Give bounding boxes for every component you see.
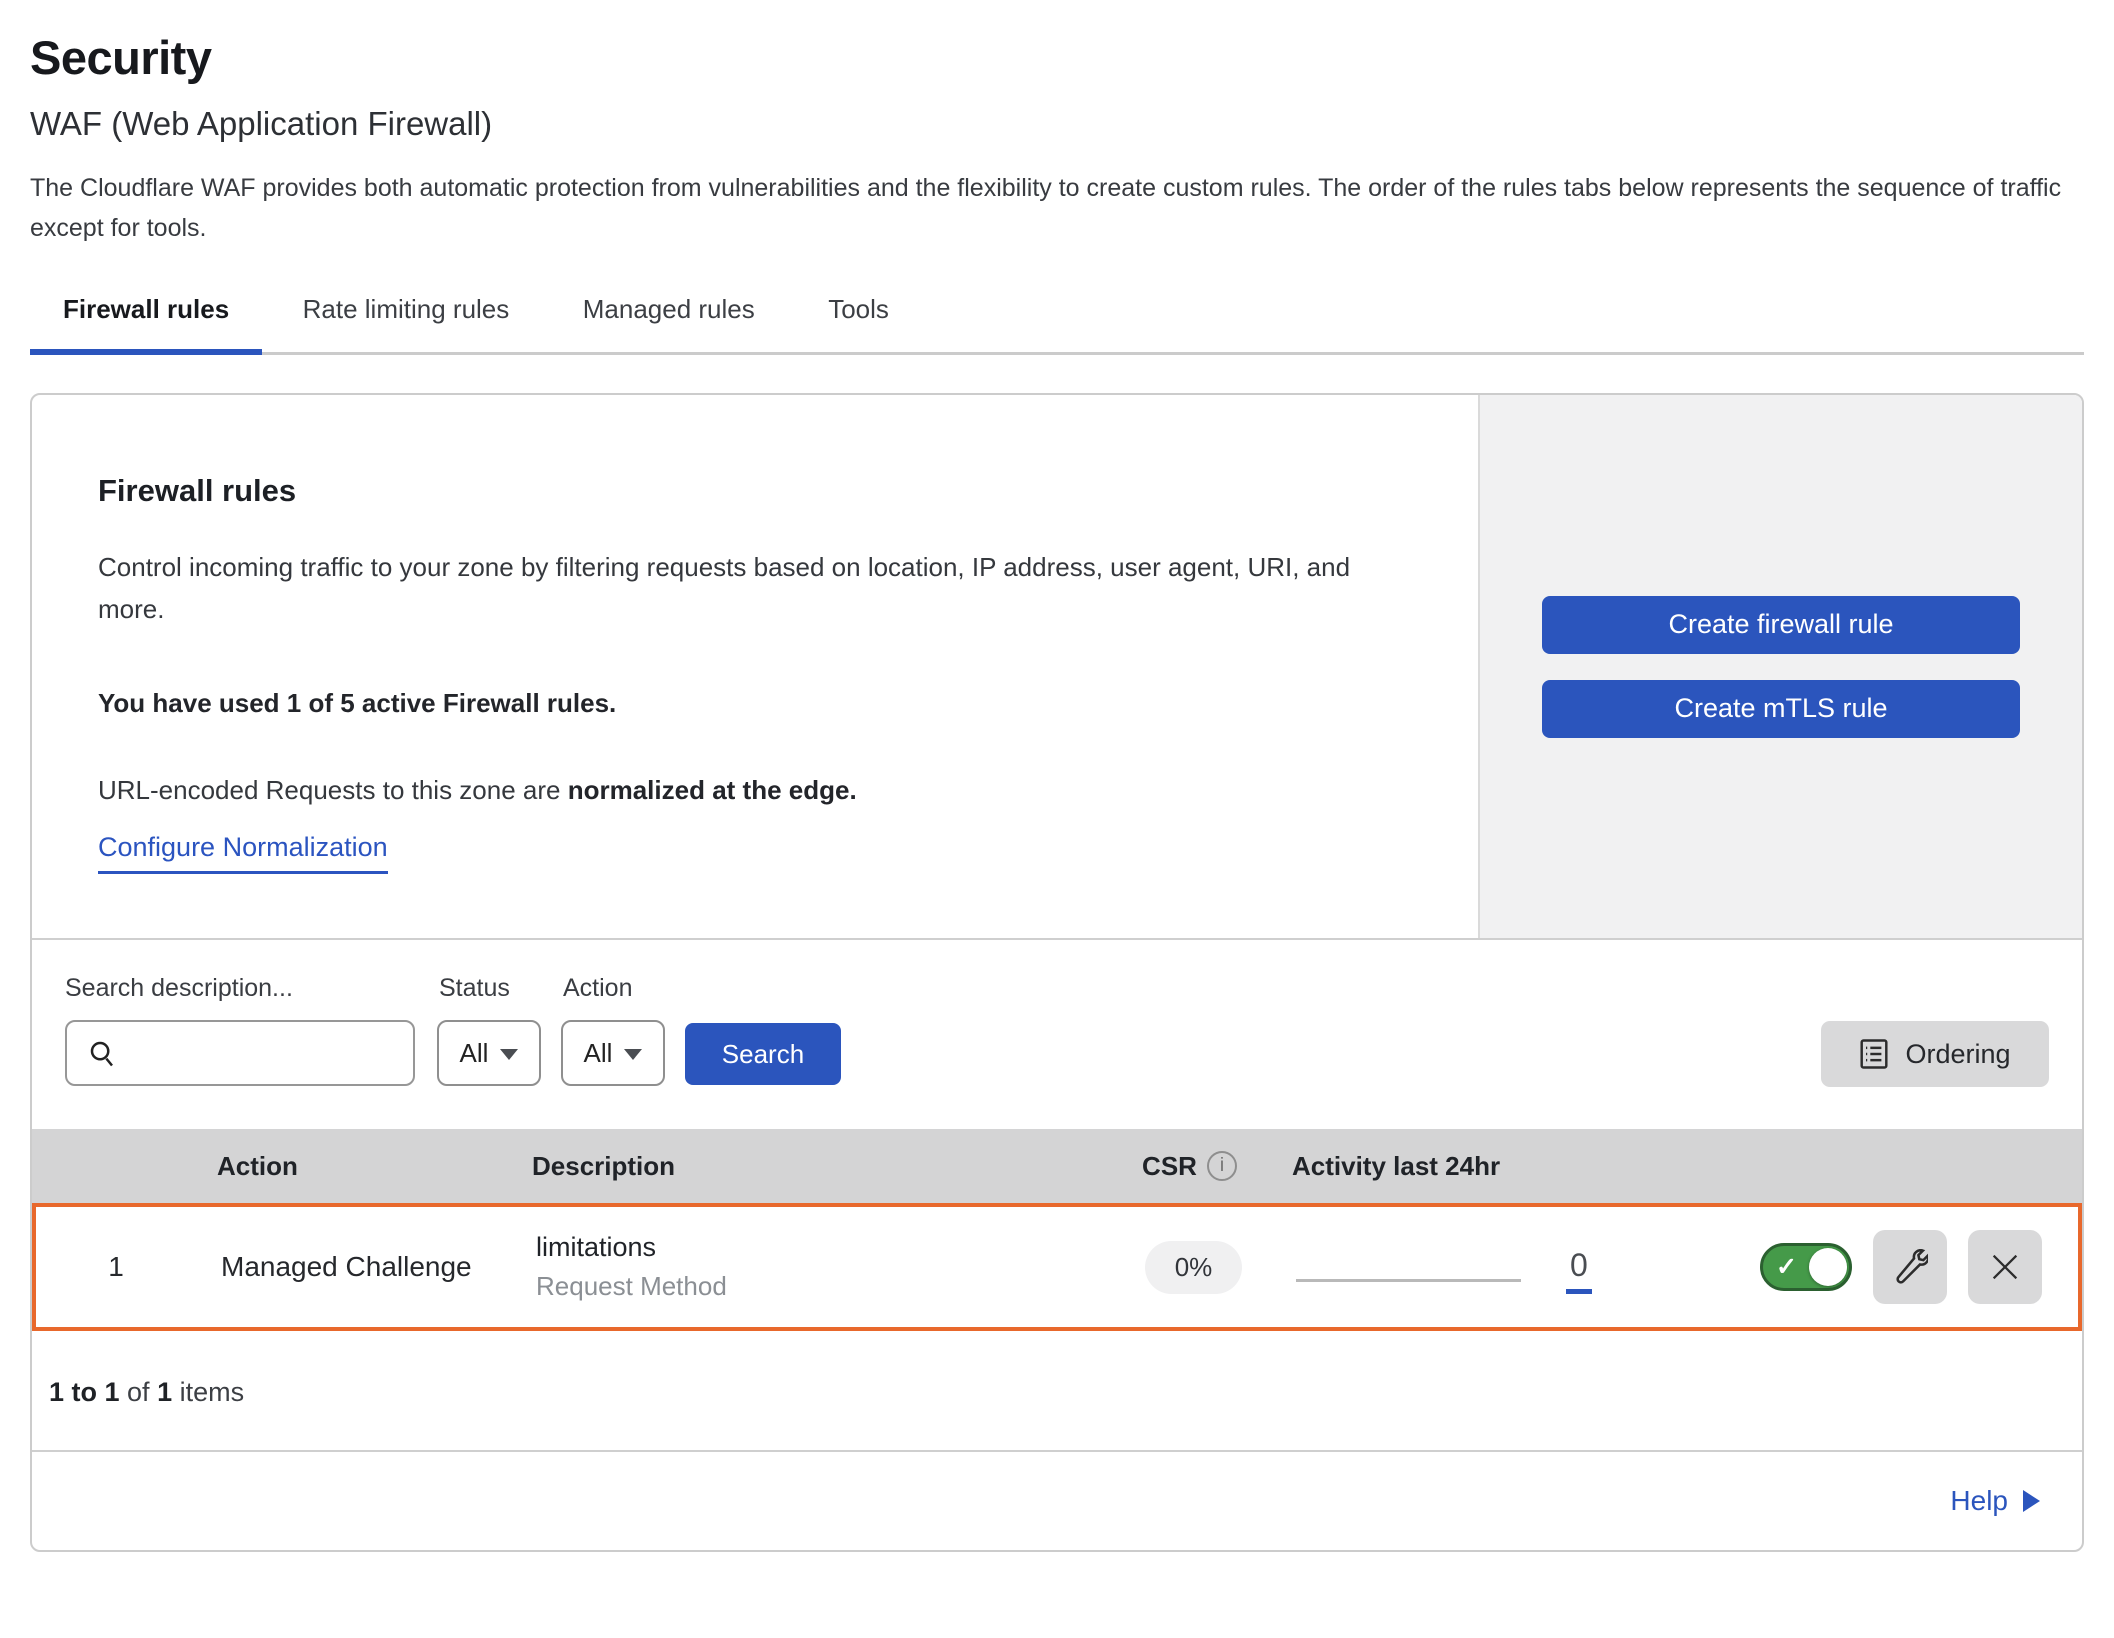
header-description: Description — [507, 1151, 1087, 1182]
help-link-label: Help — [1950, 1485, 2008, 1517]
action-dropdown-value: All — [584, 1038, 613, 1069]
header-csr-label: CSR — [1142, 1151, 1197, 1181]
toggle-knob — [1809, 1248, 1847, 1286]
search-group: Search description... — [65, 974, 415, 1086]
create-mtls-rule-button[interactable]: Create mTLS rule — [1542, 680, 2020, 738]
activity-count-link[interactable]: 0 — [1566, 1249, 1592, 1294]
check-icon: ✓ — [1776, 1252, 1797, 1282]
create-firewall-rule-button[interactable]: Create firewall rule — [1542, 596, 2020, 654]
help-row: Help — [32, 1450, 2082, 1550]
normalization-text-bold: normalized at the edge. — [568, 775, 857, 805]
search-icon — [87, 1038, 117, 1068]
normalization-text-plain: URL-encoded Requests to this zone are — [98, 775, 568, 805]
rule-enabled-toggle[interactable]: ✓ — [1760, 1243, 1852, 1291]
chevron-down-icon — [500, 1049, 518, 1060]
section-heading: Firewall rules — [98, 473, 1412, 509]
usage-text: You have used 1 of 5 active Firewall rul… — [98, 688, 1412, 719]
items-range: 1 to 1 — [49, 1377, 120, 1407]
rule-action: Managed Challenge — [196, 1251, 511, 1283]
rule-controls: ✓ — [1626, 1230, 2078, 1304]
header-csr: CSR i — [1087, 1151, 1292, 1182]
edit-rule-button[interactable] — [1873, 1230, 1947, 1304]
items-summary: 1 to 1 of 1 items — [32, 1331, 2082, 1450]
rule-activity-cell: 0 — [1296, 1240, 1626, 1294]
tab-tools[interactable]: Tools — [795, 294, 922, 352]
search-button[interactable]: Search — [685, 1023, 841, 1085]
page-subtitle: WAF (Web Application Firewall) — [30, 105, 2084, 143]
firewall-rules-card: Firewall rules Control incoming traffic … — [30, 393, 2084, 1552]
info-icon[interactable]: i — [1207, 1151, 1237, 1181]
tab-rate-limiting-rules[interactable]: Rate limiting rules — [270, 294, 543, 352]
waf-tabs: Firewall rules Rate limiting rules Manag… — [30, 294, 2084, 355]
filter-bar: Search description... Status All Action … — [32, 938, 2082, 1129]
tab-firewall-rules[interactable]: Firewall rules — [30, 294, 262, 352]
rule-description: limitations — [536, 1232, 1091, 1263]
page-description: The Cloudflare WAF provides both automat… — [30, 169, 2080, 248]
ordering-button[interactable]: Ordering — [1821, 1021, 2049, 1087]
tab-managed-rules[interactable]: Managed rules — [550, 294, 788, 352]
rule-csr-cell: 0% — [1091, 1241, 1296, 1294]
rule-expression-summary: Request Method — [536, 1271, 1091, 1302]
ordered-list-icon — [1859, 1038, 1889, 1070]
status-dropdown[interactable]: All — [437, 1020, 541, 1086]
items-word: items — [172, 1377, 244, 1407]
close-icon — [1988, 1250, 2022, 1284]
action-label: Action — [563, 974, 665, 1003]
search-input-box[interactable] — [65, 1020, 415, 1086]
items-total: 1 — [157, 1377, 172, 1407]
activity-sparkline — [1296, 1240, 1521, 1282]
info-section: Firewall rules Control incoming traffic … — [32, 395, 2082, 938]
header-activity: Activity last 24hr — [1292, 1151, 1622, 1182]
help-link[interactable]: Help — [1950, 1485, 2040, 1517]
rule-priority: 1 — [36, 1251, 196, 1283]
status-label: Status — [439, 974, 541, 1003]
status-group: Status All — [417, 974, 541, 1086]
items-of: of — [120, 1377, 158, 1407]
table-row: 1 Managed Challenge limitations Request … — [32, 1203, 2082, 1331]
action-dropdown[interactable]: All — [561, 1020, 665, 1086]
ordering-button-label: Ordering — [1905, 1039, 2010, 1070]
page-title: Security — [30, 0, 2084, 85]
header-action: Action — [192, 1151, 507, 1182]
search-button-group: Search — [665, 974, 841, 1085]
search-input[interactable] — [131, 1039, 413, 1068]
info-left: Firewall rules Control incoming traffic … — [32, 395, 1478, 938]
table-header: Action Description CSR i Activity last 24… — [32, 1129, 2082, 1203]
normalization-text: URL-encoded Requests to this zone are no… — [98, 775, 1412, 806]
configure-normalization-link[interactable]: Configure Normalization — [98, 832, 388, 874]
csr-badge: 0% — [1145, 1241, 1243, 1294]
section-description: Control incoming traffic to your zone by… — [98, 547, 1393, 630]
status-dropdown-value: All — [460, 1038, 489, 1069]
rule-description-cell: limitations Request Method — [511, 1232, 1091, 1302]
action-group: Action All — [541, 974, 665, 1086]
wrench-icon — [1892, 1249, 1928, 1285]
chevron-down-icon — [624, 1049, 642, 1060]
arrow-right-icon — [2023, 1490, 2040, 1512]
actions-panel: Create firewall rule Create mTLS rule — [1478, 395, 2082, 938]
search-label: Search description... — [65, 974, 415, 1003]
delete-rule-button[interactable] — [1968, 1230, 2042, 1304]
